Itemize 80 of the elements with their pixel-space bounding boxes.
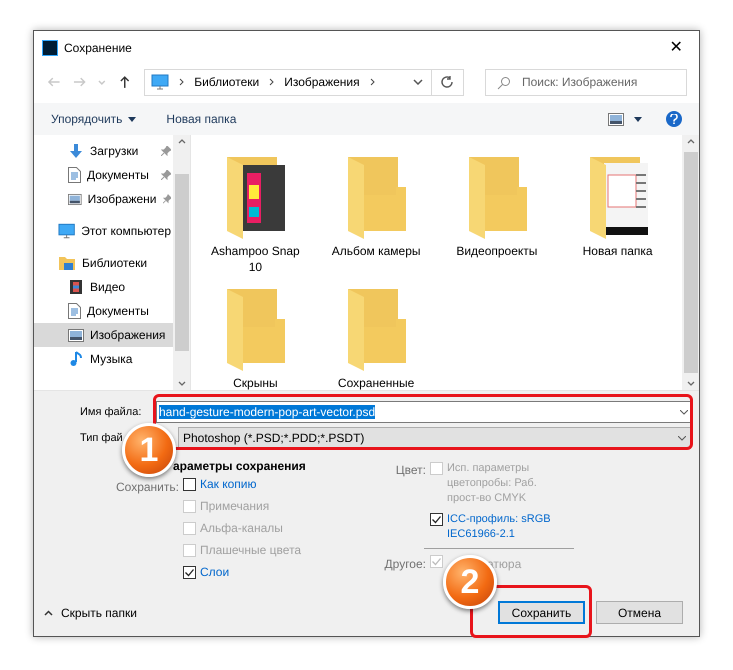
sidebar-item[interactable]: Музыка <box>34 347 173 371</box>
window-title: Сохранение <box>64 40 133 57</box>
folder-name[interactable]: Сохраненные <box>326 375 426 390</box>
folder-icon[interactable] <box>588 155 648 239</box>
dialog-button[interactable]: Сохранить <box>498 601 585 624</box>
film-icon <box>68 279 84 295</box>
picture-icon <box>68 328 84 342</box>
breadcrumb-item[interactable]: Библиотеки <box>194 73 260 91</box>
color-label: Цвет: <box>394 462 426 479</box>
organize-menu-button[interactable]: Упорядочить <box>51 110 136 128</box>
chevron-down-icon[interactable] <box>178 381 186 386</box>
chevron-right-icon <box>179 78 184 86</box>
save-label: Сохранить: <box>116 479 179 496</box>
picture-icon <box>608 112 624 126</box>
view-menu-button[interactable] <box>608 112 642 126</box>
picture-icon <box>68 192 82 206</box>
caret-down-icon <box>128 116 136 122</box>
selected-text: hand-gesture-modern-pop-art-vector.psd <box>159 405 376 419</box>
other-label: Другое: <box>384 556 426 573</box>
option-label: Исп. параметры цветопробы: Раб. прост-во CMYK <box>447 461 538 506</box>
folder-name[interactable]: Скрыны <box>205 375 306 390</box>
sidebar-item[interactable]: Загрузки <box>34 139 173 163</box>
sidebar-item[interactable]: Документы <box>34 299 173 323</box>
refresh-icon <box>440 75 454 89</box>
option-label: Примечания <box>200 499 270 514</box>
sidebar-item[interactable]: Изображени <box>34 187 173 211</box>
folder-name[interactable]: Альбом камеры <box>326 243 426 259</box>
checkbox[interactable] <box>182 478 196 491</box>
chevron-down-icon[interactable] <box>686 381 694 386</box>
dialog-button[interactable]: Отмена <box>596 601 683 624</box>
search-icon <box>496 76 511 90</box>
help-icon[interactable] <box>666 111 682 127</box>
music-note-icon <box>68 351 84 367</box>
search-field[interactable]: Поиск: Изображения <box>484 68 687 96</box>
chevron-right-icon <box>370 78 375 86</box>
hide-folders-button[interactable]: Скрыть папки <box>44 604 137 622</box>
app-logo-icon <box>42 40 58 56</box>
chevron-down-icon <box>678 436 686 440</box>
down-arrow-icon <box>68 143 84 159</box>
chevron-down-icon[interactable] <box>412 79 423 85</box>
file-name-field[interactable]: hand-gesture-modern-pop-art-vector.psd <box>156 401 691 423</box>
new-folder-button[interactable]: Новая папка <box>166 110 236 128</box>
folder-name[interactable]: Видеопроекты <box>446 243 547 259</box>
folder-icon[interactable] <box>225 155 286 239</box>
pin-icon[interactable] <box>162 194 171 204</box>
option-label: Плашечные цвета <box>200 543 302 558</box>
breadcrumb-item[interactable]: Изображения <box>284 73 360 91</box>
checkbox[interactable] <box>182 566 196 579</box>
checkbox[interactable] <box>430 513 443 526</box>
sidebar-item[interactable]: Изображения <box>34 323 173 347</box>
file-type-dropdown[interactable]: Photoshop (*.PSD;*.PDD;*.PSDT) <box>178 427 691 449</box>
monitor-icon <box>58 223 76 239</box>
pin-icon[interactable] <box>161 170 171 180</box>
chevron-right-icon <box>269 78 274 86</box>
file-type-label: Тип фай <box>79 430 124 446</box>
document-icon <box>68 167 81 183</box>
folder-name[interactable]: Новая папка <box>568 243 668 259</box>
chevron-down-icon[interactable] <box>680 410 688 414</box>
sidebar-item[interactable]: Документы <box>34 163 173 187</box>
caret-down-icon <box>634 116 642 122</box>
option-label: Слои <box>200 565 230 580</box>
pin-icon[interactable] <box>161 146 171 156</box>
file-name-label: Имя файла: <box>79 404 142 420</box>
scrollbar[interactable] <box>173 135 190 390</box>
library-folder-icon <box>58 255 76 271</box>
option-label: ICC-профиль: sRGB IEC61966-2.1 <box>447 512 552 542</box>
chevron-up-icon[interactable] <box>178 139 186 144</box>
option-label: Альфа-каналы <box>200 521 283 536</box>
address-bar[interactable]: Библиотеки Изображения <box>144 68 464 96</box>
scrollbar[interactable] <box>682 135 699 390</box>
document-icon <box>68 303 81 319</box>
sidebar-item[interactable]: Библиотеки <box>34 251 173 275</box>
chevron-up-icon[interactable] <box>686 139 694 144</box>
chevron-up-icon <box>44 610 53 616</box>
sidebar-item[interactable]: Видео <box>34 275 173 299</box>
option-label: Как копию <box>200 477 256 492</box>
monitor-icon <box>151 74 170 90</box>
sidebar-item[interactable]: Этот компьютер <box>34 219 173 243</box>
folder-name[interactable]: Ashampoo Snap 10 <box>205 243 306 275</box>
close-button[interactable]: ✕ <box>661 36 691 60</box>
